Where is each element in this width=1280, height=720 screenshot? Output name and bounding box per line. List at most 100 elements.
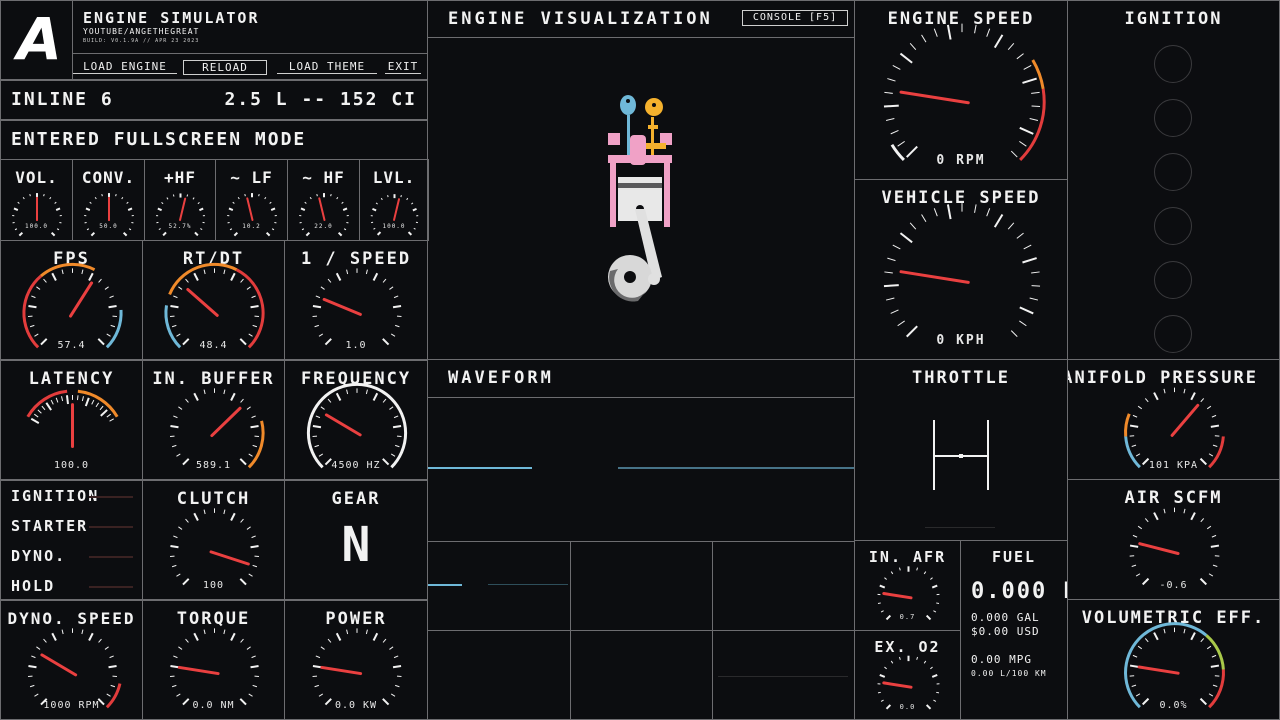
gauge-tick (1153, 632, 1159, 641)
gauge-tick (250, 665, 259, 669)
gauge-tick (392, 665, 402, 669)
gauge-tick (946, 24, 952, 40)
gauge-tick (223, 389, 226, 395)
gauge-tick (923, 660, 927, 664)
gauge-tick (172, 194, 175, 197)
ex-o2-value: 0.0 (899, 703, 916, 711)
gauge-tick (1019, 140, 1027, 147)
exit-button[interactable]: EXIT (385, 60, 421, 74)
gauge-tick (1023, 244, 1032, 250)
gauge-arc (1031, 59, 1045, 90)
reload-button[interactable]: RELOAD (183, 60, 267, 75)
intake-cam-dot (626, 99, 630, 103)
gauge-tick (1019, 320, 1027, 327)
gauge-tick (28, 665, 37, 669)
gauge-tick (1211, 654, 1217, 658)
dyno-switch[interactable]: DYNO. (11, 547, 66, 565)
gauge-tick (252, 684, 258, 688)
load-engine-button[interactable]: LOAD ENGINE (73, 60, 177, 74)
starter-switch[interactable]: STARTER (11, 517, 88, 535)
ignition-switch[interactable]: IGNITION (11, 487, 99, 505)
gauge-tick (43, 194, 45, 197)
gauge-tick (36, 286, 41, 290)
load-theme-button[interactable]: LOAD THEME (277, 60, 377, 74)
gauge-needle (318, 197, 326, 222)
gauge-tick (887, 78, 896, 82)
gauge-tick (246, 406, 251, 410)
gauge-tick (1208, 453, 1214, 457)
gauge-tick (337, 231, 343, 237)
gauge-tick (61, 396, 64, 402)
ex-o2-panel: EX. O2 0.0 (854, 630, 961, 720)
gauge-tick (1153, 392, 1159, 401)
gauge-tick (178, 286, 183, 290)
gauge-tick (186, 194, 189, 197)
gauge-tick (170, 665, 179, 669)
gauge-tick (884, 91, 893, 94)
gauge-tick (898, 567, 901, 571)
gauge-tick (170, 305, 179, 309)
gauge-tick (309, 197, 312, 200)
gauge-tick (933, 28, 938, 37)
gauge-tick (28, 305, 37, 309)
gauge-tick (166, 197, 169, 200)
audio-gauge-panel: VOL. 100.0 (0, 159, 73, 241)
ignition-cylinder-2 (1154, 99, 1192, 137)
console-button[interactable]: CONSOLE [F5] (742, 10, 848, 26)
gauge-tick (228, 207, 234, 211)
gauge-tick (1022, 77, 1037, 84)
gauge-tick (89, 201, 92, 204)
gauge-tick (197, 202, 200, 205)
dyno-speed-panel: DYNO. SPEED 1000 RPM (0, 600, 143, 720)
throttle-bar-right[interactable] (987, 420, 989, 490)
intake-cam-icon (620, 95, 636, 115)
gauge-tick (300, 207, 306, 211)
gauge-tick (55, 207, 61, 211)
gauge-tick (98, 638, 102, 643)
spectrum-cell-1 (428, 541, 571, 631)
gauge-tick (365, 269, 368, 275)
gauge-tick (30, 417, 40, 425)
gauge-tick (171, 324, 177, 328)
gauge-tick (161, 202, 164, 205)
gauge-tick (251, 535, 256, 539)
gauge-tick (304, 201, 307, 204)
in-buffer-value: 589.1 (195, 460, 232, 471)
engine-info-panel: INLINE 6 2.5 L -- 152 CI (0, 80, 428, 120)
gauge-tick (185, 278, 189, 283)
throttle-panel: THROTTLE (854, 359, 1068, 541)
dyno-indicator (89, 556, 133, 558)
gauge-tick (104, 646, 109, 650)
gauge-tick (121, 197, 124, 200)
gauge-tick (1190, 632, 1196, 641)
manifold-panel: MANIFOLD PRESSURE 101 KPA (1067, 359, 1280, 480)
gauge-tick (885, 117, 895, 121)
gauge-tick (193, 632, 199, 641)
gauge-tick (81, 629, 84, 635)
gauge-tick (49, 197, 52, 200)
audio-gauge-value: 10.2 (242, 223, 261, 230)
gauge-tick (178, 526, 183, 530)
gauge-tick (1206, 645, 1212, 650)
audio-gauge-value: 52.7% (168, 223, 192, 230)
gauge-tick (315, 655, 321, 659)
audio-gauge-panel: +HF 52.7% (144, 159, 216, 241)
gauge-needle (179, 197, 187, 221)
air-scfm-panel: AIR SCFM -0.6 (1067, 479, 1280, 600)
ignition-cylinder-6 (1154, 315, 1192, 353)
air-scfm-value: -0.6 (1159, 580, 1188, 591)
engine-name: INLINE 6 (11, 89, 114, 110)
gauge-tick (372, 207, 377, 212)
gauge-tick (43, 638, 47, 643)
torque-panel: TORQUE 0.0 NM (142, 600, 285, 720)
gauge-tick (104, 286, 109, 290)
gauge-tick (916, 567, 919, 571)
exhaust-port (646, 143, 666, 149)
gauge-needle (899, 270, 970, 284)
gauge-tick (1132, 654, 1138, 658)
hold-switch[interactable]: HOLD (11, 577, 55, 595)
gauge-tick (883, 104, 899, 108)
gauge-tick (1129, 664, 1139, 668)
gauge-tick (109, 655, 114, 659)
gauge-tick (1183, 628, 1186, 634)
